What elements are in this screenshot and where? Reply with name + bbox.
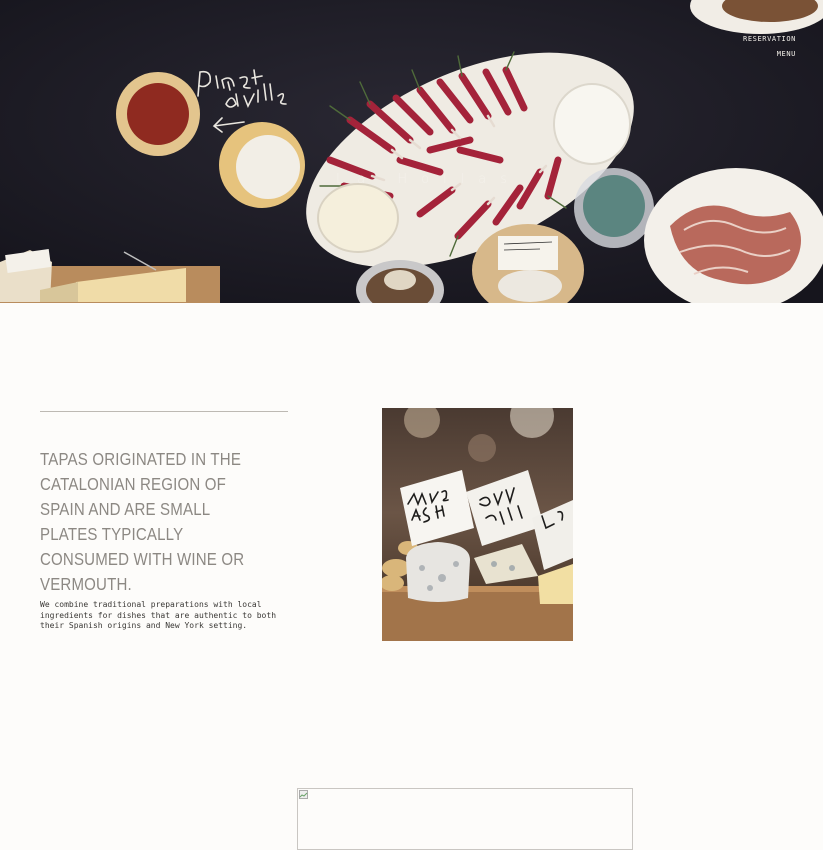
- gallery-image-placeholder: [297, 788, 633, 850]
- hero-food-illustration: [0, 0, 823, 303]
- brand-logo[interactable]: La Hollas: [336, 172, 521, 187]
- section-divider: [40, 411, 288, 412]
- top-nav: RESERVATION MENU: [743, 32, 796, 62]
- reservation-link[interactable]: RESERVATION: [743, 32, 796, 47]
- hero-banner: RESERVATION MENU La Hollas: [0, 0, 823, 303]
- broken-image-icon: [299, 790, 308, 799]
- cheese-photo: [382, 408, 573, 641]
- intro-body-text: We combine traditional preparations with…: [40, 600, 277, 630]
- menu-link[interactable]: MENU: [743, 47, 796, 62]
- intro-headline: Tapas originated in the Catalonian regio…: [40, 449, 245, 594]
